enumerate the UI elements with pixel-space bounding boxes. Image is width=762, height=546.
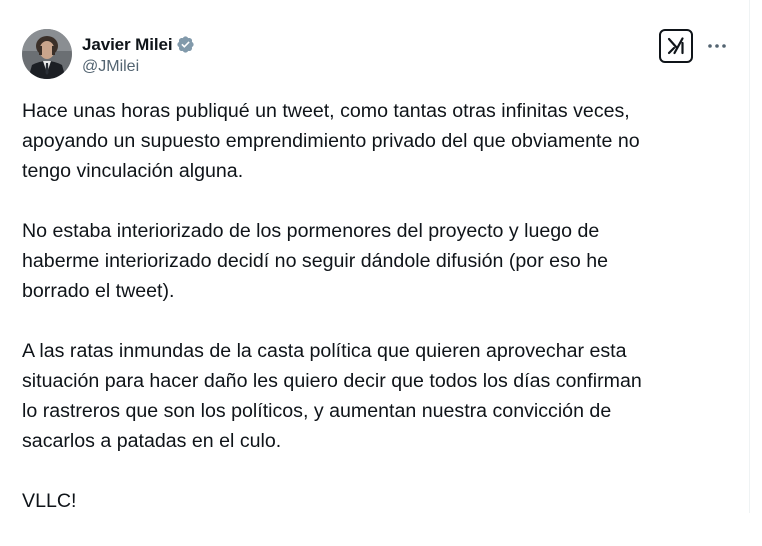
display-name-row: Javier Milei bbox=[82, 33, 195, 57]
author-names: Javier Milei @JMilei bbox=[82, 33, 195, 76]
tweet-header: Javier Milei @JMilei bbox=[22, 28, 195, 80]
author-handle[interactable]: @JMilei bbox=[82, 58, 195, 76]
verified-badge-icon bbox=[176, 35, 195, 54]
tweet-paragraph: A las ratas inmundas de la casta polític… bbox=[22, 340, 642, 452]
grok-button[interactable] bbox=[659, 29, 693, 63]
avatar-image bbox=[22, 29, 72, 79]
tweet-paragraph: VLLC! bbox=[22, 490, 77, 512]
more-options-button[interactable] bbox=[706, 36, 728, 56]
tweet-text: Hace unas horas publiqué un tweet, como … bbox=[22, 96, 738, 546]
tweet-paragraph: Hace unas horas publiqué un tweet, como … bbox=[22, 100, 640, 182]
grok-icon bbox=[667, 37, 684, 55]
more-dots-icon bbox=[708, 44, 726, 48]
tweet-paragraph: No estaba interiorizado de los pormenore… bbox=[22, 220, 609, 302]
tweet-card: Javier Milei @JMilei Hace unas horas pub… bbox=[0, 0, 750, 513]
avatar[interactable] bbox=[22, 29, 72, 79]
display-name[interactable]: Javier Milei bbox=[82, 35, 173, 55]
